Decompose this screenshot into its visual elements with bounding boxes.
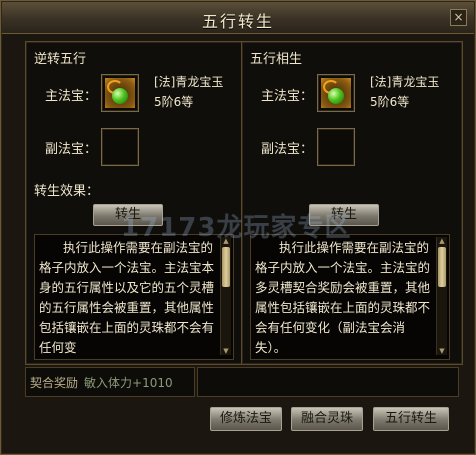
five-elements-generation-panel: 五行相生 主法宝： [法]青龙宝玉 5阶6等 副法宝： 转生 执行此操作需要在副… [241, 41, 463, 365]
main-artifact-name: [法]青龙宝玉 [370, 75, 440, 89]
description-box: 执行此操作需要在副法宝的格子内放入一个法宝。主法宝本身的五行属性以及它的五个灵槽… [34, 234, 234, 360]
scroll-down-icon[interactable]: ▼ [222, 348, 230, 355]
scroll-down-icon[interactable]: ▼ [438, 348, 446, 355]
five-elements-rebirth-window: 五行转生 × 逆转五行 主法宝： [法]青龙宝玉 5阶6等 副法宝： 转生效果：… [0, 0, 476, 455]
reward-box: 契合奖励 敏入体力+1010 [25, 367, 195, 397]
description-box: 执行此操作需要在副法宝的格子内放入一个法宝。主法宝的多灵槽契合奖励会被重置，其他… [250, 234, 450, 360]
site-watermark: 17173龙玩家专区 [121, 213, 352, 243]
reverse-five-elements-panel: 逆转五行 主法宝： [法]青龙宝玉 5阶6等 副法宝： 转生效果： 转生 执行此… [25, 41, 247, 365]
reward-label: 契合奖励 [30, 376, 79, 390]
main-artifact-level: 5阶6等 [154, 95, 194, 109]
five-elements-rebirth-button[interactable]: 五行转生 [373, 407, 449, 431]
rebirth-effect-label: 转生效果： [34, 184, 100, 199]
main-artifact-slot[interactable] [317, 74, 355, 112]
reward-value: 敏入体力+1010 [84, 376, 173, 390]
scroll-thumb[interactable] [438, 247, 446, 287]
sub-artifact-label: 副法宝： [261, 142, 314, 157]
scrollbar[interactable]: ▲ ▼ [436, 237, 447, 355]
description-text: 执行此操作需要在副法宝的格子内放入一个法宝。主法宝的多灵槽契合奖励会被重置，其他… [255, 240, 431, 355]
window-title: 五行转生 [201, 12, 274, 31]
sub-artifact-label: 副法宝： [45, 142, 98, 157]
main-artifact-name: [法]青龙宝玉 [154, 75, 224, 89]
main-artifact-label: 主法宝： [261, 89, 314, 104]
title-bar[interactable]: 五行转生 × [2, 2, 474, 34]
description-text: 执行此操作需要在副法宝的格子内放入一个法宝。主法宝本身的五行属性以及它的五个灵槽… [39, 240, 215, 355]
panel-title: 逆转五行 [34, 52, 87, 67]
fuse-spirit-bead-button[interactable]: 融合灵珠 [291, 407, 363, 431]
close-button[interactable]: × [450, 9, 467, 26]
green-jade-icon [321, 78, 351, 108]
panel-title: 五行相生 [250, 52, 303, 67]
sub-artifact-slot[interactable] [317, 128, 355, 166]
sub-artifact-slot[interactable] [101, 128, 139, 166]
refine-artifact-button[interactable]: 修炼法宝 [210, 407, 282, 431]
scroll-up-icon[interactable]: ▲ [438, 238, 446, 245]
main-artifact-level: 5阶6等 [370, 95, 410, 109]
main-artifact-slot[interactable] [101, 74, 139, 112]
main-artifact-label: 主法宝： [45, 89, 98, 104]
info-box [197, 367, 459, 397]
green-jade-icon [105, 78, 135, 108]
reward-line: 契合奖励 敏入体力+1010 [30, 374, 173, 391]
scrollbar[interactable]: ▲ ▼ [220, 237, 231, 355]
scroll-thumb[interactable] [222, 247, 230, 287]
